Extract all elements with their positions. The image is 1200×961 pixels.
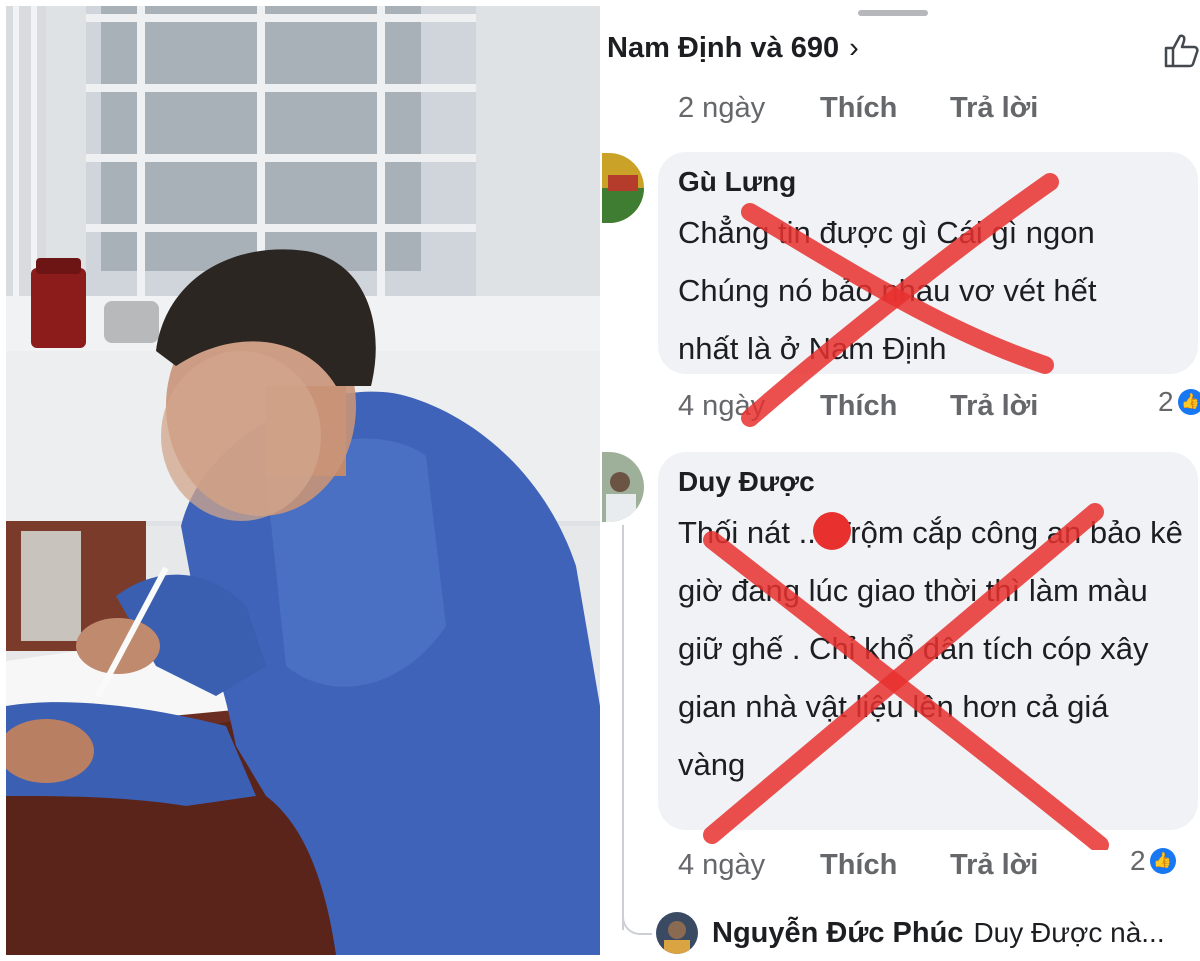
comment-meta: 4 ngày Thích Trả lời <box>678 390 1080 423</box>
avatar[interactable] <box>602 452 644 522</box>
photo-illustration <box>6 6 600 955</box>
reaction-count[interactable]: 2 👍 <box>1130 845 1176 877</box>
avatar-image <box>602 153 644 223</box>
comment-meta: 4 ngày Thích Trả lời <box>678 849 1080 882</box>
comment-meta-top: 2 ngày Thích Trả lời <box>678 92 1080 125</box>
avatar <box>656 912 698 954</box>
censor-blot <box>813 512 851 550</box>
comments-panel: Nam Định và 690 › 2 ngày Thích Trả lời Gù… <box>600 0 1200 961</box>
thumbs-up-outline-icon[interactable] <box>1160 30 1200 70</box>
comment-bubble: Gù Lưng Chẳng tin được gì Cái gì ngon Ch… <box>658 152 1198 374</box>
comment-text: Thối nát ... Trộm cắp công an bảo kê giờ… <box>678 515 1183 782</box>
reply-button[interactable]: Trả lời <box>950 92 1080 125</box>
comment-author[interactable]: Gù Lưng <box>678 166 1178 198</box>
comment-author[interactable]: Duy Được <box>678 466 1178 498</box>
person-writing-photo <box>6 6 600 955</box>
reply-author[interactable]: Nguyễn Đức Phúc <box>712 917 963 950</box>
comment-time: 4 ngày <box>678 390 766 422</box>
reply-button[interactable]: Trả lời <box>950 849 1080 882</box>
reactors-text: Nam Định và 690 <box>607 32 840 64</box>
reaction-count-value: 2 <box>1130 845 1146 876</box>
comment-text: Chẳng tin được gì Cái gì ngon Chúng nó b… <box>678 215 1097 366</box>
drag-handle[interactable] <box>858 10 928 16</box>
like-button[interactable]: Thích <box>820 849 950 882</box>
thread-curve <box>622 905 652 935</box>
chevron-right-icon: › <box>849 32 859 64</box>
thread-line <box>622 525 624 930</box>
avatar-image <box>602 452 644 522</box>
reactors-summary[interactable]: Nam Định và 690 › <box>607 32 859 65</box>
comment-bubble: Duy Được Thối nát ... Trộm cắp công an b… <box>658 452 1198 830</box>
like-reaction-icon: 👍 <box>1149 848 1176 874</box>
reaction-count[interactable]: 2 👍 <box>1158 386 1200 418</box>
reply-button[interactable]: Trả lời <box>950 390 1080 423</box>
comment-time: 4 ngày <box>678 849 766 881</box>
comment-time: 2 ngày <box>678 92 766 124</box>
like-reaction-icon: 👍 <box>1177 389 1200 415</box>
like-button[interactable]: Thích <box>820 390 950 423</box>
reply-preview[interactable]: Nguyễn Đức Phúc Duy Được nà... <box>656 912 1165 954</box>
avatar-image <box>656 912 698 954</box>
reply-text: Duy Được nà... <box>973 917 1165 948</box>
like-button[interactable]: Thích <box>820 92 950 125</box>
reaction-count-value: 2 <box>1158 386 1174 417</box>
avatar[interactable] <box>602 153 644 223</box>
